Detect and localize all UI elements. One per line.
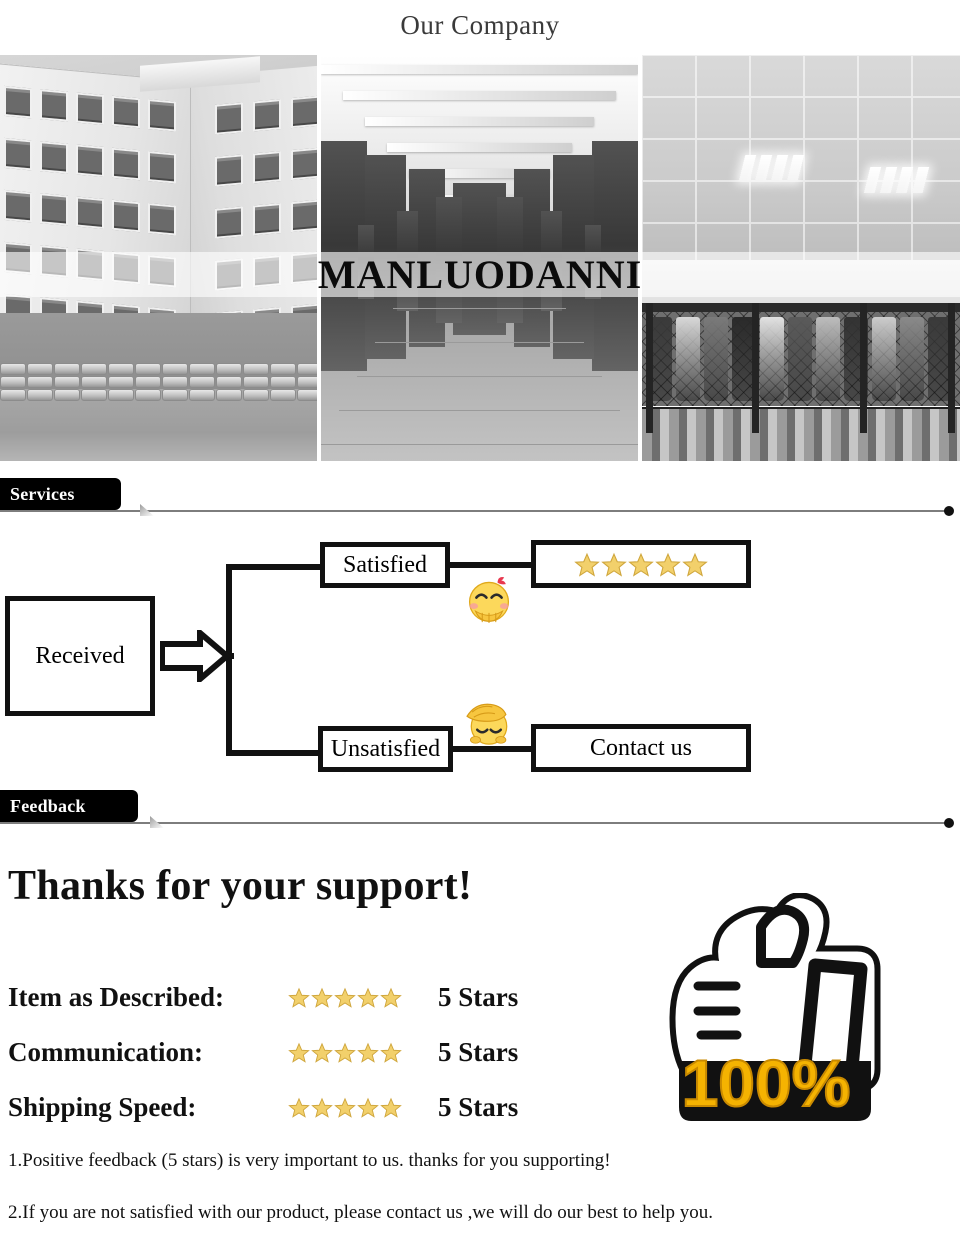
rating-label: Shipping Speed:: [8, 1092, 197, 1122]
rating-list: Item as Described: 5 Stars Communication: 5…: [8, 970, 648, 1135]
garment: [676, 317, 700, 401]
thanks-heading: Thanks for your support!: [8, 863, 473, 909]
star-icon: [380, 988, 402, 1009]
right-arrow-icon: [160, 630, 230, 682]
star-icon: [573, 552, 600, 577]
face-palm-emoji: [466, 703, 508, 745]
badge-percent-label: 100%: [682, 1046, 851, 1120]
rating-value: 5 Stars: [438, 1092, 519, 1122]
flow-line-satisfied-to-stars: [450, 562, 535, 568]
star-icon: [600, 552, 627, 577]
star-icon: [334, 1098, 356, 1119]
star-icon: [654, 552, 681, 577]
star-icon: [681, 552, 708, 577]
product-description-page: Our Company MANLUODANNI Services Receive…: [0, 0, 960, 1236]
service-flowchart: Received Satisfied Unsatisfied Contact u…: [0, 528, 960, 793]
flow-box-unsatisfied-label: Unsatisfied: [330, 735, 441, 762]
services-tag-label: Services: [0, 478, 121, 510]
flow-box-contact-us: Contact us: [531, 724, 751, 772]
garment: [788, 317, 812, 401]
rating-stars: [288, 986, 418, 1010]
flow-box-received-label: Received: [35, 642, 125, 669]
thumbs-up-100-percent-badge: 100%: [669, 893, 881, 1121]
flow-box-contact-us-label: Contact us: [590, 734, 692, 761]
services-section-header: Services: [0, 478, 960, 520]
flow-line-to-satisfied: [226, 564, 326, 570]
rating-label: Item as Described:: [8, 982, 224, 1012]
star-icon: [334, 988, 356, 1009]
flow-box-received: Received: [5, 596, 155, 716]
rating-value: 5 Stars: [438, 1037, 519, 1067]
star-icon: [357, 988, 379, 1009]
page-title: Our Company: [400, 10, 560, 40]
flow-line-to-unsatisfied: [226, 750, 326, 756]
rule-end-dot: [944, 818, 954, 828]
flow-box-unsatisfied: Unsatisfied: [318, 726, 453, 772]
flow-box-five-stars: [531, 540, 751, 588]
rating-row: Item as Described: 5 Stars: [8, 970, 648, 1025]
rule-end-dot: [944, 506, 954, 516]
feedback-note-line: 2.If you are not satisfied with our prod…: [8, 1202, 713, 1223]
brand-watermark: MANLUODANNI: [317, 252, 643, 297]
star-icon: [311, 1098, 333, 1119]
flow-box-satisfied: Satisfied: [320, 542, 450, 588]
rating-stars: [288, 1041, 418, 1065]
garment: [760, 317, 784, 401]
rating-row: Shipping Speed: 5 Stars: [8, 1080, 648, 1135]
company-photo-collage: MANLUODANNI: [0, 55, 960, 461]
star-icon: [357, 1043, 379, 1064]
star-icon: [311, 988, 333, 1009]
feedback-note-line: 1.Positive feedback (5 stars) is very im…: [8, 1150, 611, 1171]
star-icon: [288, 1043, 310, 1064]
star-icon: [334, 1043, 356, 1064]
feedback-notes: 1.Positive feedback (5 stars) is very im…: [8, 1150, 948, 1236]
star-icon: [288, 1098, 310, 1119]
rating-value: 5 Stars: [438, 982, 519, 1012]
star-icon: [288, 988, 310, 1009]
rating-stars: [288, 1096, 418, 1120]
feedback-section-header: Feedback: [0, 790, 960, 832]
garment: [704, 317, 728, 401]
garment: [900, 317, 924, 401]
star-icon: [380, 1098, 402, 1119]
garment: [872, 317, 896, 401]
five-star-rating: [573, 550, 709, 578]
star-icon: [357, 1098, 379, 1119]
smiling-face-with-hands-emoji: [468, 577, 510, 623]
star-icon: [311, 1043, 333, 1064]
star-icon: [380, 1043, 402, 1064]
flow-box-satisfied-label: Satisfied: [343, 551, 427, 578]
rating-label: Communication:: [8, 1037, 203, 1067]
rating-row: Communication: 5 Stars: [8, 1025, 648, 1080]
star-icon: [627, 552, 654, 577]
feedback-tag-label: Feedback: [0, 790, 138, 822]
garment: [816, 317, 840, 401]
